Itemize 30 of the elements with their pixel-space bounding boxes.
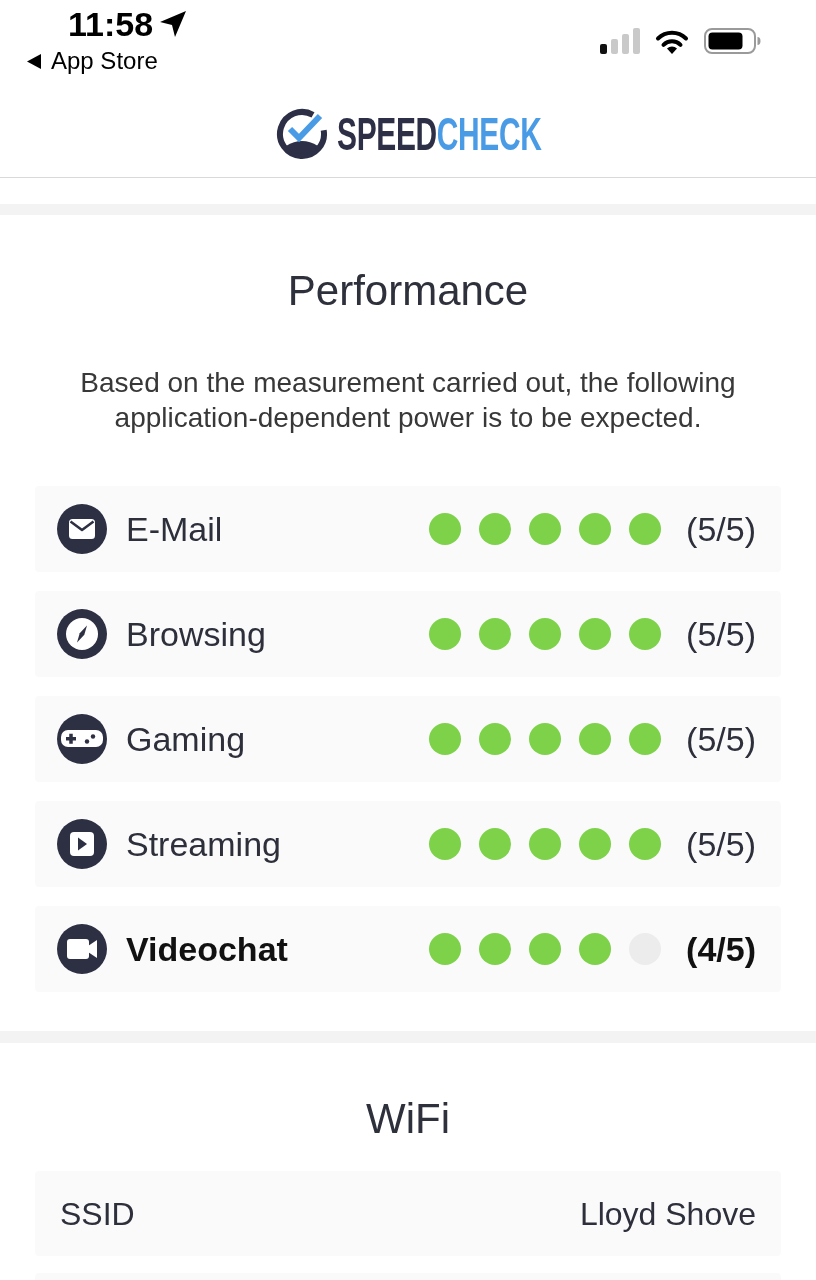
score-text: (5/5): [686, 718, 756, 760]
section-title: Performance: [286, 269, 530, 313]
category-label: Gaming: [126, 718, 246, 760]
play-icon: [57, 819, 107, 869]
gamepad-icon: [57, 714, 107, 764]
category-label: Videochat: [126, 928, 288, 970]
category-label: E-Mail: [126, 508, 223, 550]
score-text: (4/5): [686, 928, 756, 970]
location-arrow-icon: [159, 10, 188, 38]
back-button[interactable]: App Store: [27, 46, 188, 76]
envelope-icon: [57, 504, 107, 554]
score-text: (5/5): [686, 823, 756, 865]
score-text: (5/5): [686, 613, 756, 655]
signal-bars-icon: [600, 28, 640, 54]
video-camera-icon: [57, 924, 107, 974]
score-text: (5/5): [686, 508, 756, 550]
info-value: Lloyd Shove: [579, 1194, 756, 1234]
speedometer-check-icon: [274, 107, 329, 160]
back-triangle-icon: [27, 53, 41, 69]
battery-icon: [704, 28, 761, 54]
section-title: WiFi: [365, 1097, 451, 1141]
category-label: Streaming: [126, 823, 281, 865]
compass-icon: [57, 609, 107, 659]
logo-text: SPEED: [336, 107, 437, 160]
info-label: SSID: [60, 1194, 135, 1234]
status-time: 11:58: [68, 4, 154, 44]
category-label: Browsing: [126, 613, 266, 655]
logo-text: CHECK: [436, 107, 542, 160]
description-text: Based on the measurement carried out, the following application-dependent power is to be expected.: [79, 366, 737, 435]
wifi-icon: [655, 28, 689, 54]
